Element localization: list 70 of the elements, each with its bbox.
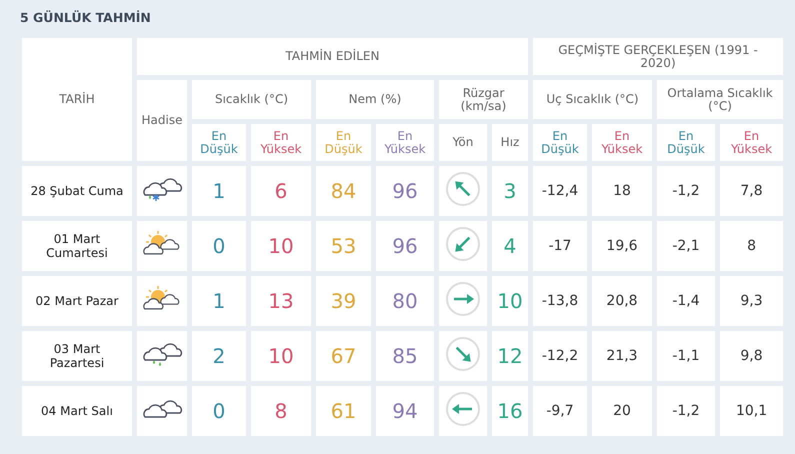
column-header: Hız <box>492 124 528 161</box>
table-cell: -9,7 <box>533 386 587 436</box>
column-header: Sıcaklık (°C) <box>192 80 311 119</box>
table-cell: 7,8 <box>720 166 784 216</box>
table-cell: 96 <box>376 221 434 271</box>
column-header: TAHMİN EDİLEN <box>137 38 528 75</box>
table-cell: 16 <box>492 386 528 436</box>
table-cell: 8 <box>251 386 311 436</box>
column-header: En Düşük <box>533 124 587 161</box>
table-cell: 61 <box>316 386 371 436</box>
table-cell: 1 <box>192 276 246 326</box>
column-header: Rüzgar (km/sa) <box>439 80 528 119</box>
column-header: En Yüksek <box>251 124 311 161</box>
table-cell: 9,8 <box>720 331 784 381</box>
column-header: En Düşük <box>316 124 371 161</box>
table-cell: 3 <box>492 166 528 216</box>
table-cell: 12 <box>492 331 528 381</box>
table-cell: -2,1 <box>657 221 715 271</box>
column-header: En Düşük <box>192 124 246 161</box>
table-cell: 10,1 <box>720 386 784 436</box>
table-cell: 20 <box>592 386 652 436</box>
table-cell: 0 <box>192 221 246 271</box>
table-cell: 10 <box>492 276 528 326</box>
table-cell: -1,2 <box>657 386 715 436</box>
table-cell: 2 <box>192 331 246 381</box>
table-cell: 84 <box>316 166 371 216</box>
table-cell: 9,3 <box>720 276 784 326</box>
table-cell: 96 <box>376 166 434 216</box>
table-cell: 10 <box>251 221 311 271</box>
date-cell: 04 Mart Salı <box>22 386 132 436</box>
table-cell: 8 <box>720 221 784 271</box>
column-header: Yön <box>439 124 487 161</box>
column-header: GEÇMİŞTE GERÇEKLEŞEN (1991 - 2020) <box>533 38 784 75</box>
table-cell: -17 <box>533 221 587 271</box>
column-header: Nem (%) <box>316 80 434 119</box>
column-header: En Düşük <box>657 124 715 161</box>
section-title: 5 GÜNLÜK TAHMİN <box>20 10 152 25</box>
table-cell: -12,4 <box>533 166 587 216</box>
table-cell: 1 <box>192 166 246 216</box>
table-cell: 53 <box>316 221 371 271</box>
column-header: Ortalama Sıcaklık (°C) <box>657 80 784 119</box>
table-cell: 19,6 <box>592 221 652 271</box>
table-cell: 6 <box>251 166 311 216</box>
table-cell: 13 <box>251 276 311 326</box>
column-header: En Yüksek <box>376 124 434 161</box>
table-cell: 39 <box>316 276 371 326</box>
table-cell: -12,2 <box>533 331 587 381</box>
table-cell: 80 <box>376 276 434 326</box>
table-cell: -13,8 <box>533 276 587 326</box>
table-cell: 94 <box>376 386 434 436</box>
table-cell: 18 <box>592 166 652 216</box>
table-cell: 10 <box>251 331 311 381</box>
column-header: En Yüksek <box>592 124 652 161</box>
table-cell: 20,8 <box>592 276 652 326</box>
date-cell: 03 Mart Pazartesi <box>22 331 132 381</box>
table-cell: 67 <box>316 331 371 381</box>
date-cell: 01 Mart Cumartesi <box>22 221 132 271</box>
table-cell: -1,4 <box>657 276 715 326</box>
table-cell: -1,1 <box>657 331 715 381</box>
column-header: Hadise <box>137 80 187 161</box>
table-cell: 21,3 <box>592 331 652 381</box>
table-cell: 4 <box>492 221 528 271</box>
table-cell: 0 <box>192 386 246 436</box>
column-header: Uç Sıcaklık (°C) <box>533 80 652 119</box>
table-cell: -1,2 <box>657 166 715 216</box>
table-cell: 85 <box>376 331 434 381</box>
column-header: En Yüksek <box>720 124 784 161</box>
date-cell: 02 Mart Pazar <box>22 276 132 326</box>
date-cell: 28 Şubat Cuma <box>22 166 132 216</box>
column-header: TARİH <box>22 38 132 161</box>
